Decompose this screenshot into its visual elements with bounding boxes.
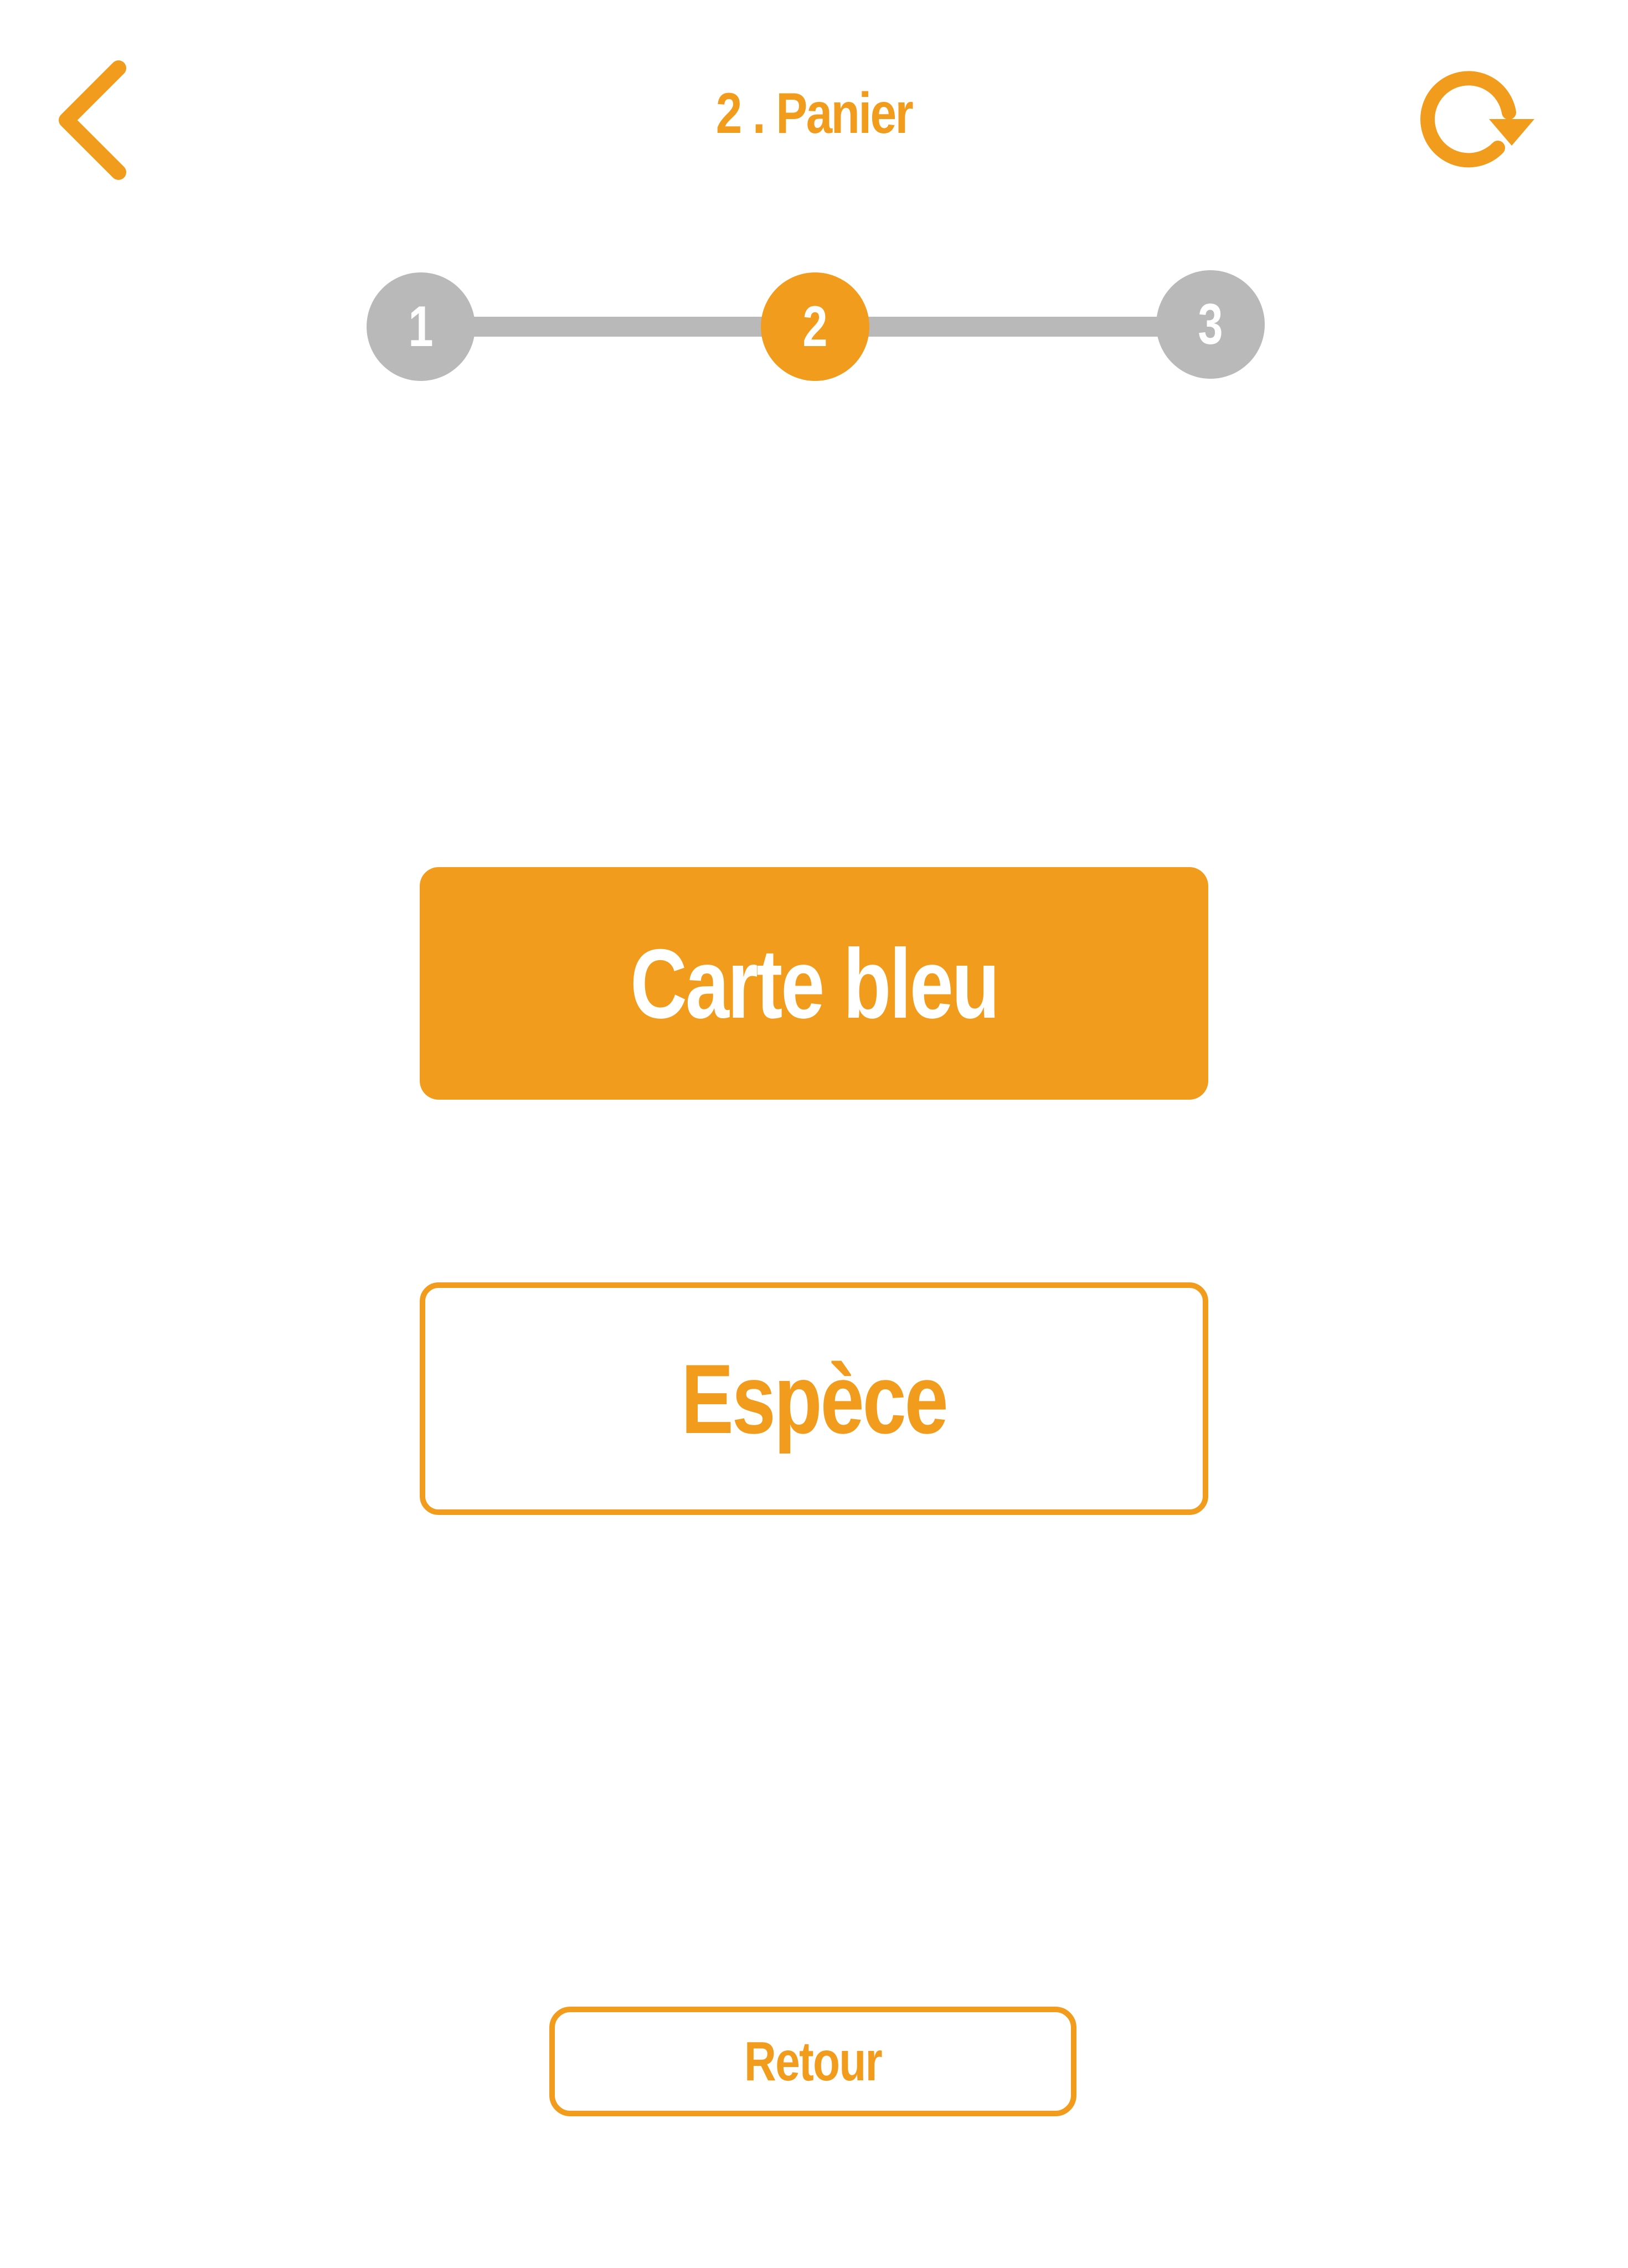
step-1-label: 1 [408, 295, 434, 359]
step-2-label: 2 [802, 295, 828, 359]
step-3: 3 [1156, 270, 1265, 379]
retour-button[interactable]: Retour [549, 2007, 1076, 2116]
payment-screen: 2 . Panier 1 2 3 Carte bleu Espèce Retou… [0, 0, 1628, 2268]
retour-label: Retour [744, 2030, 883, 2092]
progress-stepper: 1 2 3 [0, 0, 1628, 388]
step-2: 2 [761, 272, 869, 381]
cash-payment-label: Espèce [681, 1343, 949, 1454]
card-payment-button[interactable]: Carte bleu [420, 867, 1208, 1100]
cash-payment-button[interactable]: Espèce [420, 1282, 1208, 1515]
step-3-label: 3 [1198, 292, 1223, 357]
step-1: 1 [367, 272, 475, 381]
card-payment-label: Carte bleu [630, 928, 1000, 1039]
